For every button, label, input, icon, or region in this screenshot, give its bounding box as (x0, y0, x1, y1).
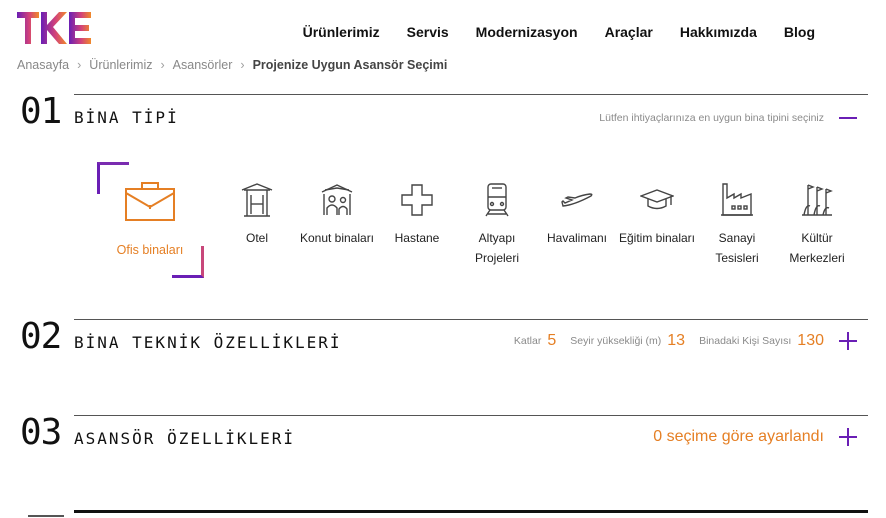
people-count-label: Binadaki Kişi Sayısı (699, 335, 792, 347)
step-elevator-specs: 03 ASANSÖR ÖZELLİKLERİ 0 seçime göre aya… (20, 415, 868, 465)
airplane-icon (561, 193, 593, 207)
divider (74, 415, 868, 416)
plus-icon[interactable] (838, 331, 858, 351)
step-hint: Lütfen ihtiyaçlarınıza en uygun bina tip… (599, 112, 824, 124)
travel-height-value: 13 (667, 332, 686, 349)
main-nav: Ürünlerimiz Servis Modernizasyon Araçlar… (303, 24, 815, 40)
chevron-right-icon: › (160, 58, 165, 72)
nav-tools[interactable]: Araçlar (605, 24, 653, 40)
residential-icon (321, 184, 353, 215)
building-type-label: Hastane (394, 231, 440, 245)
nav-modernization[interactable]: Modernizasyon (476, 24, 578, 40)
nav-blog[interactable]: Blog (784, 24, 815, 40)
step-header-right: Lütfen ihtiyaçlarınıza en uygun bina tip… (599, 108, 858, 128)
floors-value: 5 (547, 332, 557, 349)
factory-icon (721, 183, 753, 216)
building-type-hospital[interactable]: Hastane (377, 162, 457, 248)
nav-products[interactable]: Ürünlerimiz (303, 24, 380, 40)
chevron-right-icon: › (77, 58, 82, 72)
step-title[interactable]: ASANSÖR ÖZELLİKLERİ (74, 429, 295, 448)
breadcrumb-elevators[interactable]: Asansörler (173, 58, 233, 72)
building-type-airport[interactable]: Havalimanı (537, 162, 617, 248)
breadcrumb: Anasayfa › Ürünlerimiz › Asansörler › Pr… (17, 58, 447, 72)
minus-icon[interactable] (838, 108, 858, 128)
breadcrumb-home[interactable]: Anasayfa (17, 58, 69, 72)
building-type-residential[interactable]: Konut binaları (297, 162, 377, 248)
graduation-cap-icon (640, 189, 674, 210)
building-type-infrastructure[interactable]: Altyapı Projeleri (457, 162, 537, 268)
step-building-type: 01 BİNA TİPİ Lütfen ihtiyaçlarınıza en u… (20, 94, 868, 154)
building-type-label: Sanayi Tesisleri (715, 231, 759, 265)
building-type-list: Ofis binaları Otel Konut binaları Hastan… (97, 162, 867, 278)
building-type-label: Havalimanı (546, 231, 608, 245)
building-type-culture[interactable]: Kültür Merkezleri (777, 162, 857, 268)
briefcase-icon (125, 182, 175, 221)
next-step-divider (74, 510, 868, 513)
building-type-industrial[interactable]: Sanayi Tesisleri (697, 162, 777, 268)
divider (74, 94, 868, 95)
step-title[interactable]: BİNA TEKNİK ÖZELLİKLERİ (74, 333, 342, 352)
selection-status: 0 seçime göre ayarlandı (653, 428, 824, 445)
nav-service[interactable]: Servis (407, 24, 449, 40)
nav-about[interactable]: Hakkımızda (680, 24, 757, 40)
culture-flags-icon (802, 184, 833, 216)
hospital-cross-icon (401, 184, 433, 216)
people-count-value: 130 (797, 332, 824, 349)
chevron-right-icon: › (240, 58, 245, 72)
divider (74, 319, 868, 320)
plus-icon[interactable] (838, 427, 858, 447)
building-type-label: Ofis binaları (116, 243, 184, 257)
tke-logo[interactable] (17, 12, 91, 44)
step-building-specs: 02 BİNA TEKNİK ÖZELLİKLERİ Katlar 5 Seyi… (20, 319, 868, 369)
building-type-label: Altyapı Projeleri (474, 231, 519, 265)
building-type-label: Otel (245, 231, 268, 245)
step-title[interactable]: BİNA TİPİ (74, 108, 179, 127)
step-number: 01 (20, 91, 62, 132)
breadcrumb-products[interactable]: Ürünlerimiz (89, 58, 152, 72)
building-type-office[interactable]: Ofis binaları (110, 162, 190, 260)
building-type-label: Kültür Merkezleri (789, 231, 845, 265)
step-number: 02 (20, 316, 62, 357)
building-type-label: Eğitim binaları (618, 231, 696, 245)
train-icon (485, 183, 509, 217)
step-number: 03 (20, 412, 62, 453)
floors-label: Katlar (513, 335, 542, 347)
step-header-right: Katlar 5 Seyir yüksekliği (m) 13 Binadak… (514, 331, 858, 351)
hotel-icon (241, 183, 273, 217)
travel-height-label: Seyir yüksekliği (m) (570, 335, 662, 347)
building-type-hotel[interactable]: Otel (217, 162, 297, 248)
building-type-label: Konut binaları (299, 231, 375, 245)
building-type-education[interactable]: Eğitim binaları (617, 162, 697, 248)
breadcrumb-current: Projenize Uygun Asansör Seçimi (252, 58, 448, 72)
step-header-right: 0 seçime göre ayarlandı (653, 427, 858, 447)
